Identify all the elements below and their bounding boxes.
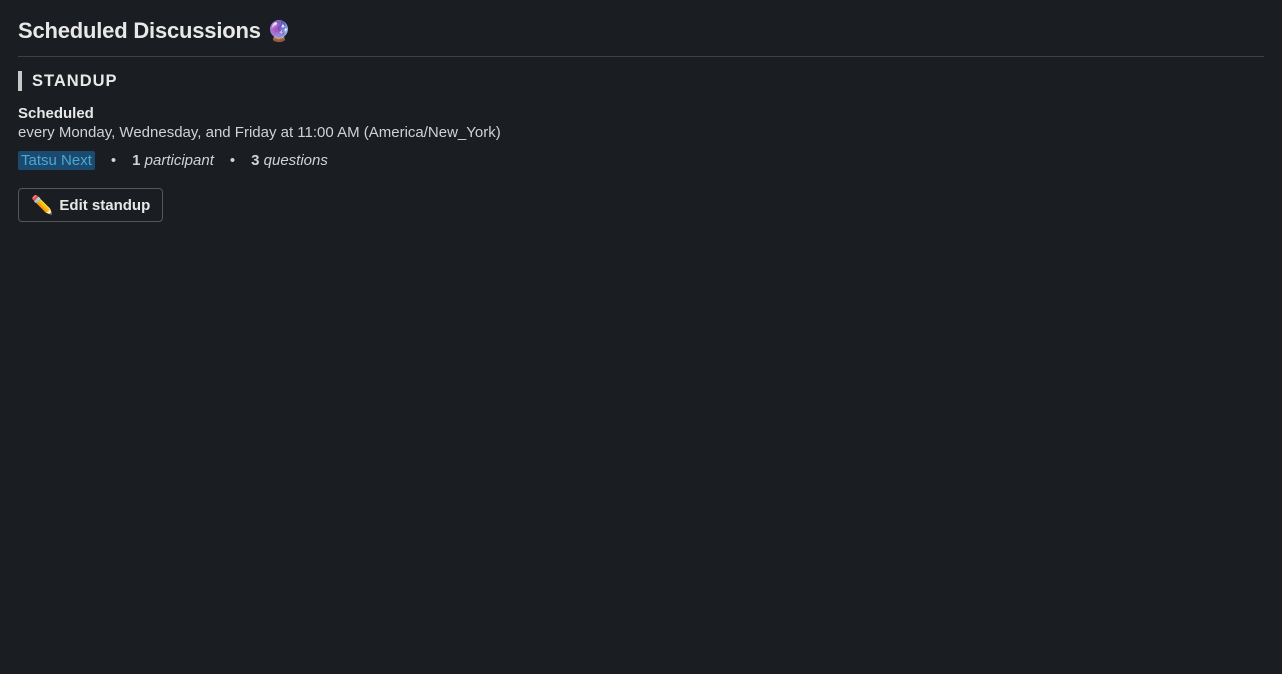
edit-button-label: Edit standup	[59, 197, 150, 214]
participants-count: 1	[132, 152, 140, 169]
questions-label: questions	[264, 152, 328, 169]
meta-row: Tatsu Next • 1 participant • 3 questions	[18, 151, 1264, 170]
status-label: Scheduled	[18, 105, 1264, 122]
edit-standup-button[interactable]: ✏️ Edit standup	[18, 188, 163, 222]
page-title: Scheduled Discussions 🔮	[18, 18, 1264, 57]
bullet-separator: •	[230, 152, 235, 169]
participants-meta: 1 participant	[132, 152, 214, 169]
channel-chip[interactable]: Tatsu Next	[18, 151, 95, 170]
pencil-icon: ✏️	[31, 196, 53, 214]
schedule-text: every Monday, Wednesday, and Friday at 1…	[18, 124, 1264, 141]
participants-label: participant	[145, 152, 214, 169]
crystal-ball-icon: 🔮	[267, 19, 292, 44]
questions-meta: 3 questions	[251, 152, 328, 169]
section-heading: STANDUP	[18, 71, 1264, 91]
page-title-text: Scheduled Discussions	[18, 18, 261, 44]
bullet-separator: •	[111, 152, 116, 169]
section-heading-text: STANDUP	[32, 72, 118, 91]
questions-count: 3	[251, 152, 259, 169]
section-heading-bar	[18, 71, 22, 91]
